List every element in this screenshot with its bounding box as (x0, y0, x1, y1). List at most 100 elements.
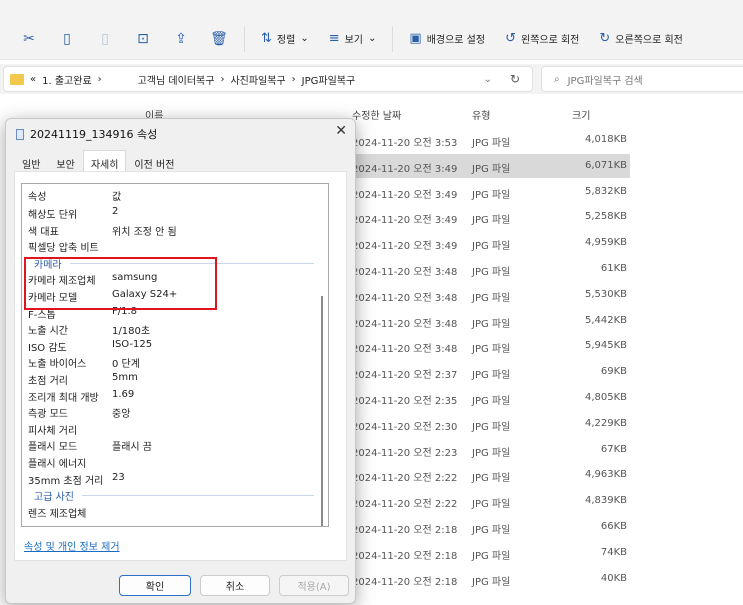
breadcrumb-item[interactable]: 사진파일복구 (230, 72, 285, 87)
file-date: 2024-11-20 오전 2:22 (352, 499, 458, 511)
column-type[interactable]: 유형 (472, 107, 490, 122)
file-type: JPG 파일 (472, 344, 511, 356)
ok-button[interactable]: 확인 (119, 575, 191, 596)
view-button[interactable]: ≡ 보기 ⌄ (319, 31, 387, 46)
file-size: 67KB (600, 443, 627, 455)
scrollbar[interactable] (321, 296, 323, 526)
property-name: 측광 모드 (28, 409, 68, 421)
address-row: « 1. 출고완료 › 고객님 데이터복구 › 사진파일복구 › JPG파일복구… (0, 64, 743, 94)
sort-icon: ⇅ (261, 31, 272, 46)
rotate-right-icon: ↻ (599, 31, 611, 46)
property-value: 1/180초 (112, 326, 151, 338)
file-date: 2024-11-20 오전 2:37 (352, 370, 458, 382)
property-name: 초점 거리 (28, 376, 68, 387)
property-name: 노출 바이어스 (28, 359, 87, 371)
property-value: 5mm (112, 372, 138, 383)
property-value: 중앙 (112, 409, 131, 421)
file-size: 4,229KB (584, 417, 627, 429)
paste-icon[interactable]: ▯ (86, 31, 124, 47)
search-box[interactable]: ⌕ JPG파일복구 검색 (541, 66, 743, 92)
property-name: 조리개 최대 개방 (28, 392, 99, 404)
file-type: JPG 파일 (472, 473, 511, 485)
rotate-right-button[interactable]: ↻ 오른쪽으로 회전 (589, 31, 693, 46)
properties-dialog: 20241119_134916 속성 ✕ 일반 보안 자세히 이전 버전 속성 값… (5, 118, 356, 604)
file-size: 5,832KB (584, 185, 627, 197)
file-size: 4,959KB (584, 237, 627, 249)
file-date: 2024-11-20 오전 3:48 (352, 318, 458, 330)
delete-icon[interactable]: 🗑 (200, 31, 238, 47)
file-date: 2024-11-20 오전 2:18 (352, 525, 458, 536)
file-type: JPG 파일 (472, 163, 511, 175)
property-name: 35mm 초점 거리 (28, 475, 104, 487)
address-bar[interactable]: « 1. 출고완료 › 고객님 데이터복구 › 사진파일복구 › JPG파일복구… (3, 66, 533, 92)
property-value: 2 (112, 206, 119, 217)
refresh-icon[interactable]: ↻ (510, 72, 520, 86)
image-icon: ▣ (409, 31, 422, 46)
file-size: 74KB (600, 546, 627, 558)
column-size[interactable]: 크기 (572, 107, 590, 122)
dialog-title: 20241119_134916 속성 (30, 128, 158, 141)
file-date: 2024-11-20 오전 3:48 (352, 292, 458, 304)
chevron-right-icon: › (291, 73, 296, 85)
share-icon[interactable]: ⇪ (162, 31, 200, 47)
chevron-down-icon: ⌄ (300, 33, 309, 44)
chevron-right-icon: › (220, 73, 225, 85)
file-icon (16, 128, 24, 140)
rename-icon[interactable]: ⊡ (124, 31, 162, 47)
header-value[interactable]: 값 (112, 188, 121, 203)
file-size: 69KB (600, 366, 627, 378)
property-name: 노출 시간 (28, 326, 68, 338)
property-value: 0 단계 (112, 359, 140, 371)
property-name: 렌즈 제조업체 (28, 508, 87, 520)
property-value: 위치 조정 안 됨 (112, 226, 177, 238)
property-name: 픽셀당 압축 비트 (28, 243, 99, 255)
chevron-right-icon: › (97, 73, 102, 85)
file-type: JPG 파일 (472, 421, 511, 433)
rotate-left-button[interactable]: ↺ 왼쪽으로 회전 (495, 31, 589, 46)
folder-icon (10, 73, 24, 85)
file-date: 2024-11-20 오전 3:49 (352, 163, 458, 175)
file-type: JPG 파일 (472, 499, 511, 511)
history-dropdown-icon[interactable]: ⌄ (484, 74, 492, 85)
set-background-button[interactable]: ▣ 배경으로 설정 (399, 31, 495, 46)
property-name: 피사체 거리 (28, 425, 78, 437)
property-value: 1.69 (112, 388, 135, 400)
breadcrumb-item[interactable]: 고객님 데이터복구 (138, 72, 215, 87)
cut-icon[interactable]: ✂ (10, 31, 48, 47)
chevron-down-icon: ⌄ (368, 33, 377, 44)
cancel-button[interactable]: 취소 (200, 575, 270, 596)
file-size: 66KB (600, 521, 627, 532)
camera-highlight-box (24, 257, 217, 310)
column-modified[interactable]: 수정한 날짜 (352, 107, 401, 122)
file-date: 2024-11-20 오전 3:49 (352, 189, 458, 201)
apply-button[interactable]: 적용(A) (279, 575, 349, 596)
file-date: 2024-11-20 오전 3:49 (352, 215, 458, 227)
breadcrumb-item[interactable]: JPG파일복구 (302, 72, 356, 87)
header-property[interactable]: 속성 (28, 188, 118, 203)
command-bar: ✂ ▯ ▯ ⊡ ⇪ 🗑 ⇅ 정렬 ⌄ ≡ 보기 ⌄ ▣ 배경으로 설정 ↺ 왼쪽으로 회전 … (0, 0, 743, 60)
sort-button[interactable]: ⇅ 정렬 ⌄ (251, 31, 319, 46)
file-size: 4,963KB (584, 469, 627, 481)
remove-properties-link[interactable]: 속성 및 개인 정보 제거 (24, 538, 120, 553)
file-type: JPG 파일 (472, 138, 511, 149)
file-date: 2024-11-20 오전 3:53 (352, 138, 458, 149)
breadcrumb-item[interactable]: 1. 출고완료 (42, 72, 92, 87)
close-icon[interactable]: ✕ (335, 123, 347, 139)
file-date: 2024-11-20 오전 2:35 (352, 396, 458, 407)
divider (392, 25, 394, 52)
file-type: JPG 파일 (472, 550, 511, 562)
file-type: JPG 파일 (472, 370, 511, 382)
copy-icon[interactable]: ▯ (48, 31, 86, 47)
file-type: JPG 파일 (472, 525, 511, 536)
file-date: 2024-11-20 오전 3:48 (352, 344, 458, 356)
overflow-breadcrumb[interactable]: « (30, 74, 36, 85)
property-name: 플래시 모드 (28, 442, 78, 454)
file-type: JPG 파일 (472, 267, 511, 278)
property-name: 플래시 에너지 (28, 459, 87, 470)
file-type: JPG 파일 (472, 189, 511, 201)
file-size: 4,805KB (584, 392, 627, 403)
property-list[interactable]: 속성 값 해상도 단위 2 색 대표 위치 조정 안 됨 픽셀당 압축 비트 카메라 카메라 … (21, 183, 329, 527)
property-value: 플래시 끔 (112, 442, 152, 454)
file-size: 6,071KB (584, 159, 627, 171)
file-type: JPG 파일 (472, 576, 511, 588)
